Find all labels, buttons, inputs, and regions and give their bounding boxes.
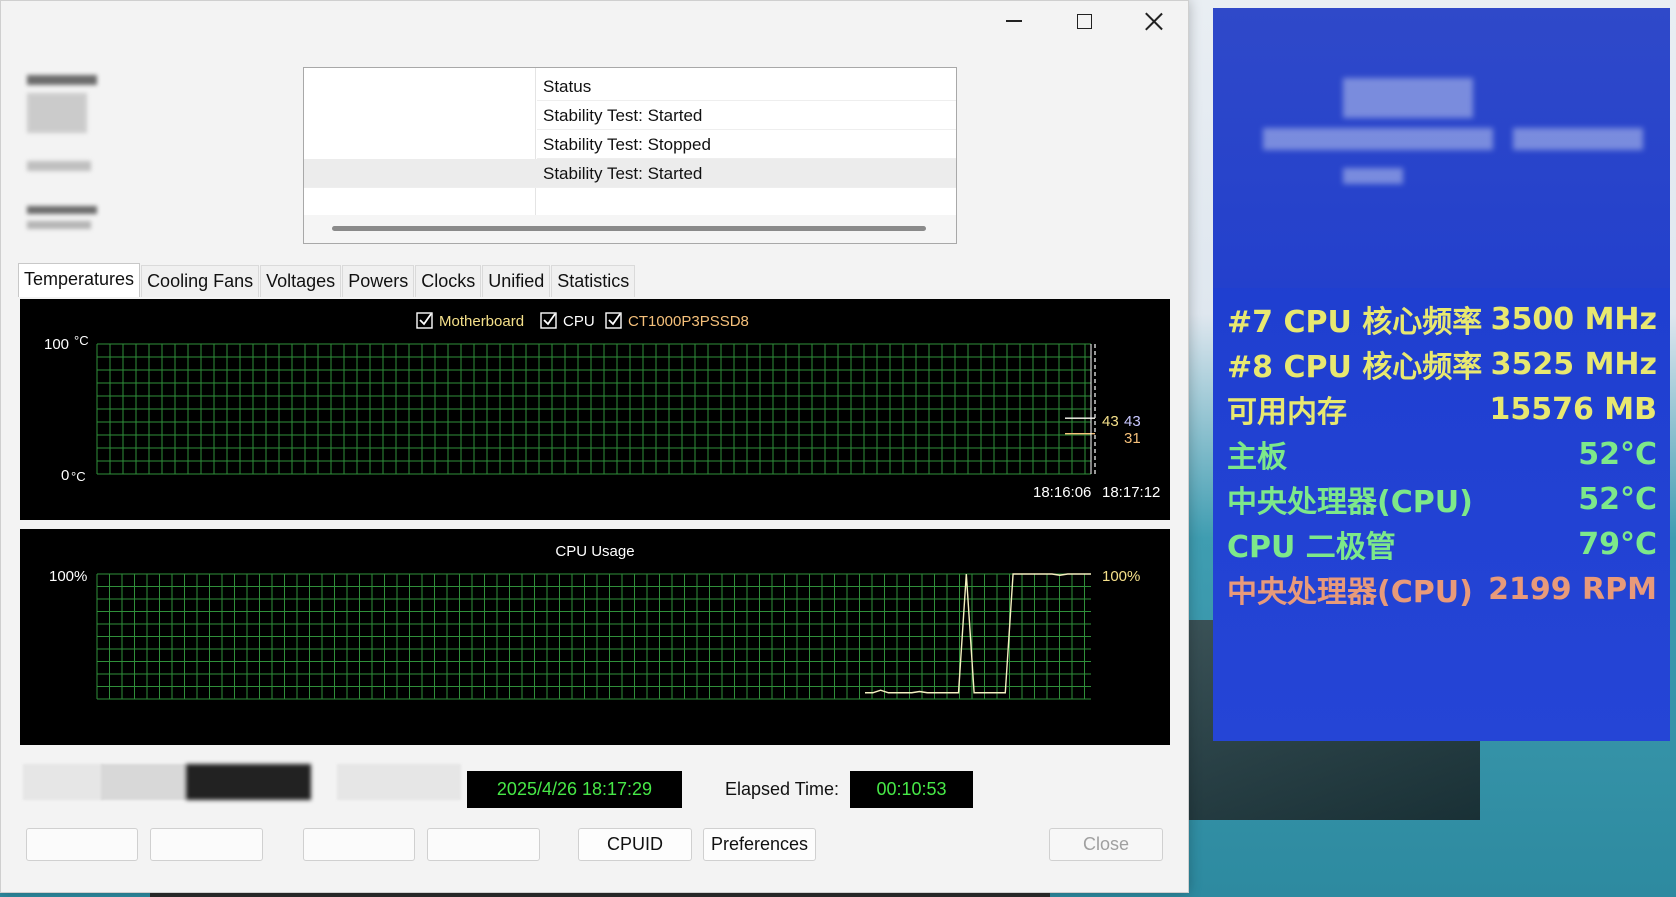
blurred-text [1343, 168, 1403, 184]
monitor-window: Status Stability Test: Started Stability… [0, 0, 1189, 893]
maximize-icon [1076, 13, 1092, 29]
blurred-item [27, 206, 97, 214]
osd-row: 中央处理器(CPU) 2199 RPM [1227, 568, 1657, 611]
osd-value: 3500 MHz [1490, 301, 1657, 337]
blurred-text [1343, 78, 1473, 118]
horizontal-scrollbar[interactable] [304, 215, 956, 243]
osd-label: 可用内存 [1227, 395, 1347, 430]
osd-row: CPU 二极管 79°C [1227, 523, 1657, 566]
status-header: Status [537, 72, 956, 101]
cpu-usage-grid [96, 573, 1091, 700]
blurred-item [27, 161, 91, 171]
cpu-usage-graph-canvas: CPU Usage 100% 100% [49, 543, 1140, 700]
close-button[interactable]: Close [1049, 828, 1163, 861]
value-label-ssd: 31 [1124, 430, 1141, 447]
tab-powers[interactable]: Powers [342, 265, 415, 297]
osd-value: 79°C [1578, 526, 1657, 562]
osd-value: 15576 MB [1489, 391, 1657, 427]
legend-label-cpu: CPU [563, 313, 595, 330]
minimize-button[interactable] [979, 1, 1049, 41]
osd-label: #8 CPU 核心频率 [1227, 350, 1483, 385]
check-mark-icon [419, 313, 432, 326]
value-label-motherboard: 43 [1102, 413, 1119, 430]
preferences-button[interactable]: Preferences [703, 828, 816, 861]
status-row-selected[interactable]: Stability Test: Started [304, 159, 956, 188]
legend-label-motherboard: Motherboard [439, 313, 524, 330]
cpu-graph-title: CPU Usage [555, 543, 634, 560]
blurred-text [1513, 128, 1643, 150]
cpuid-button[interactable]: CPUID [578, 828, 692, 861]
sensor-tree[interactable] [21, 61, 101, 241]
y-unit-label: °C [74, 333, 89, 348]
current-usage-label: 100% [1102, 568, 1140, 585]
legend-motherboard[interactable]: Motherboard [416, 312, 524, 330]
y-max-label: 100 [44, 336, 69, 353]
close-icon [1145, 12, 1163, 30]
elapsed-time-label: Elapsed Time: [725, 779, 840, 799]
blurred-button[interactable] [427, 828, 540, 861]
y-unit-label-min: °C [71, 469, 86, 484]
osd-overlay: #7 CPU 核心频率 3500 MHz #8 CPU 核心频率 3525 MH… [1213, 8, 1670, 741]
temperature-graph-canvas: Motherboard CPU CT1000P3PSSD8 100 °C 0 °… [44, 312, 1160, 501]
osd-row: 中央处理器(CPU) 52°C [1227, 478, 1657, 521]
osd-label: 中央处理器(CPU) [1227, 575, 1473, 610]
osd-row: 主板 52°C [1227, 433, 1657, 476]
blurred-button[interactable] [101, 764, 186, 800]
blurred-button[interactable] [23, 764, 103, 800]
osd-value: 52°C [1578, 436, 1657, 472]
tab-bar: Temperatures Cooling Fans Voltages Power… [18, 263, 636, 297]
time-end-label: 18:17:12 [1102, 484, 1160, 501]
blurred-button[interactable] [303, 828, 415, 861]
tab-voltages[interactable]: Voltages [260, 265, 342, 297]
tab-temperatures[interactable]: Temperatures [18, 263, 141, 297]
y-max-label: 100% [49, 568, 87, 585]
temperature-graph: Motherboard CPU CT1000P3PSSD8 100 °C 0 °… [20, 299, 1170, 520]
osd-label: CPU 二极管 [1227, 530, 1396, 565]
elapsed-time-display: 00:10:53 [850, 771, 973, 808]
legend-label-ssd: CT1000P3PSSD8 [628, 313, 749, 330]
blurred-field [186, 764, 311, 800]
osd-row: 可用内存 15576 MB [1227, 388, 1657, 431]
scrollbar-thumb[interactable] [332, 226, 926, 231]
osd-row: #7 CPU 核心频率 3500 MHz [1227, 298, 1657, 341]
close-window-button[interactable] [1119, 1, 1189, 41]
legend-ssd[interactable]: CT1000P3PSSD8 [605, 312, 749, 330]
time-start-label: 18:16:06 [1033, 484, 1091, 501]
y-min-label: 0 [61, 467, 69, 484]
osd-label: 主板 [1227, 440, 1287, 475]
blurred-item [27, 93, 87, 133]
blurred-item [27, 221, 91, 229]
osd-blurred-area [1213, 8, 1670, 288]
minimize-icon [1006, 20, 1022, 22]
cpu-usage-graph: CPU Usage 100% 100% [20, 529, 1170, 745]
status-row[interactable]: Stability Test: Started [537, 101, 956, 130]
status-log-list[interactable]: Status Stability Test: Started Stability… [303, 67, 957, 244]
cpu-usage-line [865, 573, 1091, 694]
temperature-grid [96, 343, 1091, 475]
blurred-button[interactable] [26, 828, 138, 861]
blurred-text [1263, 128, 1493, 150]
blurred-item [27, 75, 97, 85]
status-row[interactable]: Stability Test: Stopped [537, 130, 956, 159]
value-label-cpu: 43 [1124, 413, 1141, 430]
check-mark-icon [543, 313, 556, 326]
tab-unified[interactable]: Unified [482, 265, 551, 297]
tab-clocks[interactable]: Clocks [415, 265, 482, 297]
osd-row: #8 CPU 核心频率 3525 MHz [1227, 343, 1657, 386]
tab-statistics[interactable]: Statistics [551, 265, 636, 297]
current-time-display: 2025/4/26 18:17:29 [467, 771, 682, 808]
osd-label: 中央处理器(CPU) [1227, 485, 1473, 520]
osd-label: #7 CPU 核心频率 [1227, 305, 1483, 340]
osd-value: 2199 RPM [1488, 571, 1657, 607]
check-mark-icon [608, 313, 621, 326]
legend-cpu[interactable]: CPU [540, 312, 595, 330]
osd-value: 3525 MHz [1490, 346, 1657, 382]
tab-cooling-fans[interactable]: Cooling Fans [141, 265, 260, 297]
maximize-button[interactable] [1049, 1, 1119, 41]
status-list-left-column [304, 68, 536, 216]
blurred-button[interactable] [150, 828, 263, 861]
blurred-field [337, 764, 461, 800]
osd-value: 52°C [1578, 481, 1657, 517]
